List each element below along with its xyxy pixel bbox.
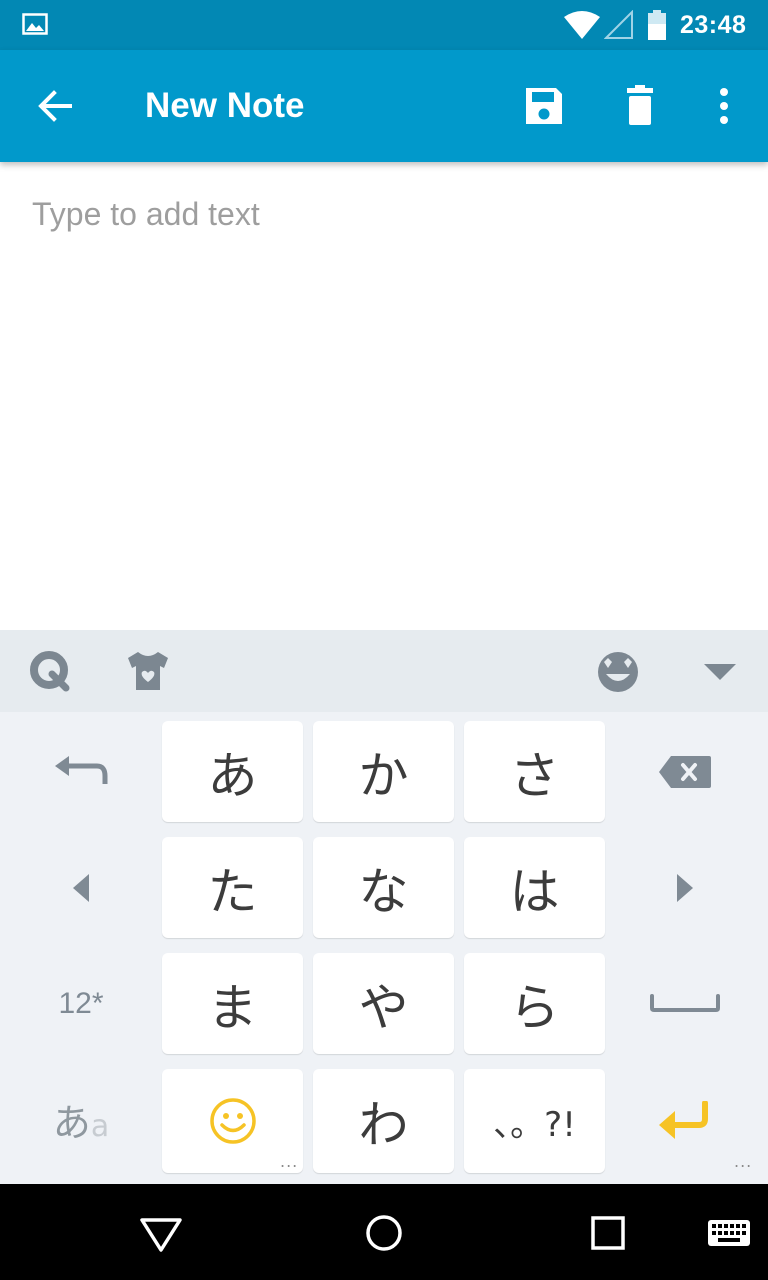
nav-recents-icon[interactable] bbox=[585, 1210, 631, 1256]
key-wa[interactable]: わ bbox=[313, 1069, 454, 1173]
delete-icon[interactable] bbox=[618, 84, 662, 128]
cursor-right-key[interactable] bbox=[610, 837, 760, 938]
battery-icon bbox=[648, 10, 666, 40]
skin-shirt-icon[interactable] bbox=[124, 648, 172, 694]
key-sa[interactable]: さ bbox=[464, 721, 605, 822]
keyboard-switch-icon[interactable] bbox=[706, 1210, 752, 1256]
key-na[interactable]: な bbox=[313, 837, 454, 938]
app-bar: New Note bbox=[0, 50, 768, 162]
numbers-key[interactable]: 12* bbox=[6, 953, 156, 1054]
left-triangle-icon bbox=[73, 873, 89, 902]
key-ya[interactable]: や bbox=[313, 953, 454, 1054]
search-g-icon[interactable] bbox=[26, 648, 74, 694]
status-time: 23:48 bbox=[680, 11, 747, 39]
backspace-icon bbox=[659, 755, 711, 788]
key-ha[interactable]: は bbox=[464, 837, 605, 938]
page-title: New Note bbox=[145, 86, 305, 125]
more-options-icon[interactable] bbox=[702, 84, 746, 128]
smiley-icon bbox=[209, 1098, 256, 1144]
right-triangle-icon bbox=[677, 873, 693, 902]
mode-switch-key[interactable]: あa bbox=[6, 1069, 156, 1170]
key-a[interactable]: あ bbox=[162, 721, 303, 822]
keyboard-toolbar bbox=[0, 630, 768, 712]
enter-more-indicator: ... bbox=[734, 1152, 753, 1171]
space-icon bbox=[650, 993, 720, 1012]
backspace-key[interactable] bbox=[610, 721, 760, 822]
note-text-input[interactable] bbox=[32, 188, 732, 240]
keyboard: 12* あa あ か さ た な は ま や ら ... わ 、。?! ... bbox=[0, 712, 768, 1184]
wifi-icon bbox=[564, 11, 600, 39]
status-bar: 23:48 bbox=[0, 0, 768, 50]
undo-icon bbox=[55, 755, 108, 784]
mode-switch-label: あa bbox=[52, 1101, 110, 1145]
space-key[interactable] bbox=[610, 953, 760, 1054]
key-ma[interactable]: ま bbox=[162, 953, 303, 1054]
emoji-face-icon[interactable] bbox=[594, 648, 642, 694]
key-ta[interactable]: た bbox=[162, 837, 303, 938]
navigation-bar bbox=[0, 1184, 768, 1280]
nav-back-icon[interactable] bbox=[138, 1210, 184, 1256]
key-ra[interactable]: ら bbox=[464, 953, 605, 1054]
emoji-key[interactable]: ... bbox=[162, 1069, 303, 1173]
enter-arrow-icon bbox=[659, 1101, 708, 1139]
save-icon[interactable] bbox=[522, 84, 566, 128]
cursor-left-key[interactable] bbox=[6, 837, 156, 938]
numbers-key-label: 12* bbox=[58, 986, 104, 1020]
enter-key[interactable]: ... bbox=[610, 1069, 760, 1173]
key-punctuation[interactable]: 、。?! bbox=[464, 1069, 605, 1173]
cell-signal-icon bbox=[604, 10, 633, 39]
gallery-notification-icon bbox=[22, 13, 48, 35]
undo-key[interactable] bbox=[6, 721, 156, 822]
back-arrow-icon[interactable] bbox=[34, 84, 78, 128]
key-ka[interactable]: か bbox=[313, 721, 454, 822]
collapse-keyboard-icon[interactable] bbox=[696, 648, 744, 694]
emoji-more-indicator: ... bbox=[280, 1152, 299, 1171]
note-area bbox=[0, 162, 768, 630]
nav-home-icon[interactable] bbox=[361, 1210, 407, 1256]
